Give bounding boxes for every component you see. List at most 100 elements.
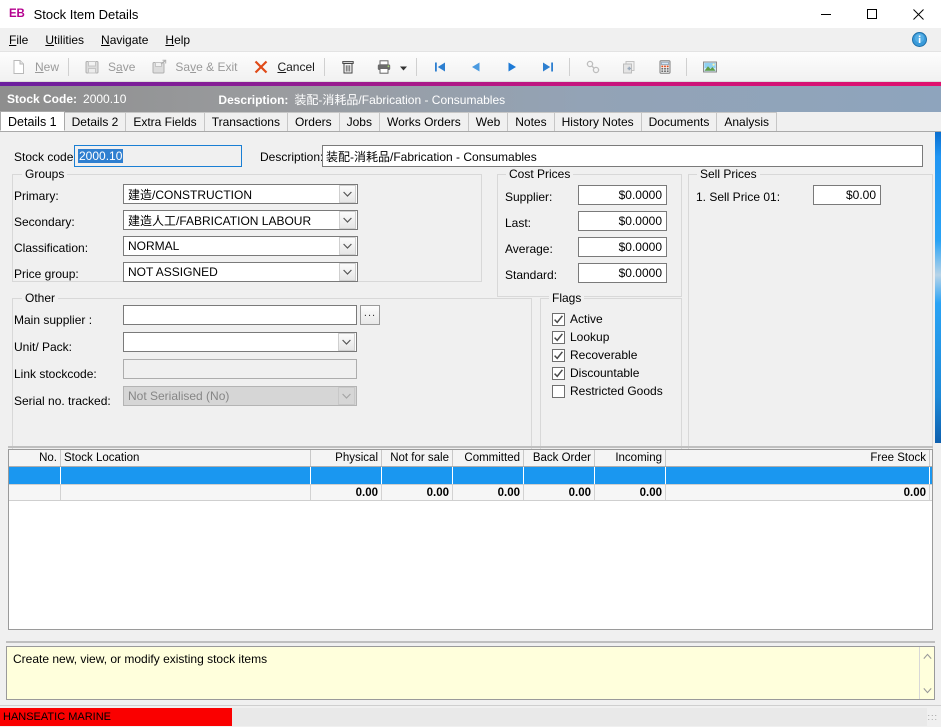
- cancel-button[interactable]: Cancel: [244, 54, 319, 80]
- tab-notes[interactable]: Notes: [507, 112, 555, 131]
- flag-active[interactable]: Active: [552, 312, 603, 326]
- link-button[interactable]: [576, 54, 610, 80]
- secondary-combo[interactable]: 建造人工/FABRICATION LABOUR: [123, 210, 358, 230]
- grid-column-header[interactable]: No.: [9, 450, 61, 466]
- tab-documents[interactable]: Documents: [640, 112, 718, 131]
- grid-column-header[interactable]: Free Stock: [666, 450, 930, 466]
- grid-row[interactable]: [9, 467, 932, 484]
- status-bar: HANSEATIC MARINE :::: [0, 705, 941, 727]
- stock-code-input[interactable]: 2000.10: [74, 145, 242, 167]
- save-disk-icon: [80, 55, 104, 79]
- save-button[interactable]: Save: [75, 54, 140, 80]
- info-icon[interactable]: [912, 32, 927, 47]
- hint-scrollbar[interactable]: [919, 647, 934, 699]
- link-stockcode-label: Link stockcode:: [14, 367, 97, 381]
- main-supplier-browse-button[interactable]: ...: [360, 305, 380, 325]
- tab-label: Orders: [294, 115, 332, 129]
- description-input[interactable]: 装配-消耗品/Fabrication - Consumables: [322, 145, 923, 167]
- trash-icon: [336, 55, 360, 79]
- tab-orders[interactable]: Orders: [286, 112, 340, 131]
- tab-details-2[interactable]: Details 2: [63, 112, 127, 131]
- tab-label: Jobs: [346, 115, 372, 129]
- menu-utilities[interactable]: Utilities: [37, 30, 92, 50]
- grid-column-header[interactable]: Stock Location: [61, 450, 311, 466]
- grid-total-cell: 0.00: [382, 485, 453, 500]
- ellipsis-icon: ...: [363, 306, 377, 319]
- flag-restricted-goods[interactable]: Restricted Goods: [552, 384, 663, 398]
- delete-button[interactable]: [331, 54, 365, 80]
- sell-price-01-input[interactable]: $0.00: [813, 185, 881, 205]
- description-label: Description:: [260, 150, 324, 164]
- save-exit-label: Save & Exit: [175, 59, 238, 74]
- tab-extra-fields[interactable]: Extra Fields: [125, 112, 205, 131]
- close-button[interactable]: [895, 0, 941, 28]
- flag-recoverable[interactable]: Recoverable: [552, 348, 637, 362]
- cost-last-value: $0.0000: [618, 214, 662, 228]
- flag-lookup[interactable]: Lookup: [552, 330, 609, 344]
- cost-last-input[interactable]: $0.0000: [578, 211, 667, 231]
- new-button[interactable]: New: [2, 54, 64, 80]
- tab-works-orders[interactable]: Works Orders: [378, 112, 469, 131]
- cost-average-input[interactable]: $0.0000: [578, 237, 667, 257]
- menu-navigate[interactable]: Navigate: [93, 30, 156, 50]
- tab-transactions[interactable]: Transactions: [203, 112, 288, 131]
- chevron-down-icon[interactable]: [338, 333, 355, 351]
- print-button[interactable]: [367, 54, 412, 80]
- sell-price-01-label: 1. Sell Price 01:: [696, 190, 781, 204]
- main-supplier-input[interactable]: [123, 305, 357, 325]
- checkbox-checked-icon[interactable]: [552, 330, 565, 344]
- grid-column-header[interactable]: Physical: [311, 450, 382, 466]
- menu-file[interactable]: File: [1, 30, 36, 50]
- cancel-x-icon: [249, 55, 273, 79]
- minimize-button[interactable]: [803, 0, 849, 28]
- grid-column-header[interactable]: Back Order: [524, 450, 595, 466]
- chevron-down-icon[interactable]: [339, 211, 356, 229]
- chevron-down-icon[interactable]: [339, 237, 356, 255]
- tab-jobs[interactable]: Jobs: [338, 112, 380, 131]
- chevron-down-icon[interactable]: [922, 683, 932, 697]
- stock-location-grid[interactable]: No. Stock Location Physical Not for sale Com…: [8, 449, 933, 630]
- sell-prices-title: Sell Prices: [697, 167, 760, 181]
- tab-web[interactable]: Web: [467, 112, 509, 131]
- sell-price-01-value: $0.00: [845, 188, 876, 202]
- flag-label: Discountable: [570, 366, 640, 380]
- last-record-button[interactable]: [531, 54, 565, 80]
- checkbox-checked-icon[interactable]: [552, 366, 565, 380]
- tab-analysis[interactable]: Analysis: [716, 112, 778, 131]
- checkbox-checked-icon[interactable]: [552, 312, 565, 326]
- maximize-button[interactable]: [849, 0, 895, 28]
- calculator-button[interactable]: [648, 54, 682, 80]
- resize-grip-icon[interactable]: :::: [927, 712, 938, 722]
- primary-combo[interactable]: 建造/CONSTRUCTION: [123, 184, 358, 204]
- previous-record-button[interactable]: [459, 54, 493, 80]
- price-group-combo[interactable]: NOT ASSIGNED: [123, 262, 358, 282]
- cost-standard-input[interactable]: $0.0000: [578, 263, 667, 283]
- copy-add-button[interactable]: [612, 54, 646, 80]
- last-record-icon: [536, 55, 560, 79]
- stock-code-value: 2000.10: [78, 149, 124, 163]
- right-edge-scroll-strip[interactable]: [935, 132, 941, 443]
- tab-details-1[interactable]: Details 1: [0, 111, 65, 131]
- checkbox-checked-icon[interactable]: [552, 348, 565, 362]
- cost-supplier-input[interactable]: $0.0000: [578, 185, 667, 205]
- print-dropdown-arrow[interactable]: [399, 60, 407, 74]
- classification-combo[interactable]: NORMAL: [123, 236, 358, 256]
- next-record-button[interactable]: [495, 54, 529, 80]
- save-exit-button[interactable]: Save & Exit: [142, 54, 242, 80]
- flag-discountable[interactable]: Discountable: [552, 366, 639, 380]
- grid-total-cell: 0.00: [311, 485, 382, 500]
- grid-column-header[interactable]: Committed: [453, 450, 524, 466]
- chevron-down-icon[interactable]: [339, 263, 356, 281]
- menu-help[interactable]: Help: [157, 30, 198, 50]
- first-record-button[interactable]: [423, 54, 457, 80]
- chevron-up-icon[interactable]: [922, 649, 932, 663]
- tab-history-notes[interactable]: History Notes: [553, 112, 642, 131]
- image-button[interactable]: [693, 54, 727, 80]
- hint-text: Create new, view, or modify existing sto…: [13, 652, 268, 666]
- checkbox-unchecked-icon[interactable]: [552, 384, 565, 398]
- toolbar: New Save Save & Exit Cancel: [0, 52, 941, 82]
- grid-column-header[interactable]: Not for sale: [382, 450, 453, 466]
- grid-column-header[interactable]: Incoming: [595, 450, 666, 466]
- chevron-down-icon[interactable]: [339, 185, 356, 203]
- unit-pack-combo[interactable]: [123, 332, 357, 352]
